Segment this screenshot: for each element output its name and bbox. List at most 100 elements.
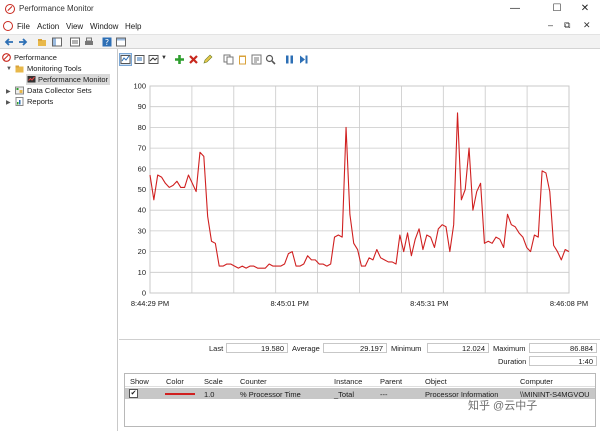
column-header-parent[interactable]: Parent <box>380 377 402 386</box>
average-value: 29.197 <box>323 343 387 353</box>
column-header-instance[interactable]: Instance <box>334 377 362 386</box>
tree-label-performance: Performance <box>14 53 57 62</box>
monitor-chart-icon <box>27 76 36 83</box>
y-tick-label: 60 <box>138 164 146 173</box>
forward-arrow-icon[interactable] <box>18 37 28 47</box>
tree-label-data-collector-sets: Data Collector Sets <box>27 86 92 95</box>
menu-window[interactable]: Window <box>90 22 118 31</box>
maximize-button[interactable]: ☐ <box>544 0 570 18</box>
tree-label-monitoring-tools: Monitoring Tools <box>27 64 82 73</box>
column-header-object[interactable]: Object <box>425 377 447 386</box>
properties-icon[interactable] <box>70 37 80 47</box>
graph-toolbar: ▼ <box>119 51 600 68</box>
maximum-value: 86.884 <box>529 343 597 353</box>
counter-scale: 1.0 <box>204 390 215 399</box>
column-header-counter[interactable]: Counter <box>240 377 267 386</box>
delete-counter-icon[interactable] <box>188 54 199 65</box>
print-icon[interactable] <box>84 37 94 47</box>
up-folder-icon[interactable] <box>37 37 47 47</box>
counter-parent: --- <box>380 390 388 399</box>
tree-item-monitoring-tools[interactable]: Monitoring Tools <box>15 63 115 74</box>
show-counter-checkbox[interactable]: ✔ <box>129 389 138 398</box>
y-tick-label: 70 <box>138 144 146 153</box>
tree-label-reports: Reports <box>27 97 54 106</box>
window-title: Performance Monitor <box>19 4 94 13</box>
menu-action[interactable]: Action <box>37 22 59 31</box>
copy-properties-icon[interactable] <box>223 54 234 65</box>
properties-icon[interactable] <box>251 54 262 65</box>
duration-value: 1:40 <box>529 356 597 366</box>
counter-name: % Processor Time <box>240 390 301 399</box>
reports-icon <box>15 97 24 106</box>
add-counter-icon[interactable] <box>174 54 185 65</box>
counter-instance: _Total <box>334 390 355 399</box>
statistics-bar: Last 19.580 Average 29.197 Minimum 12.02… <box>119 339 600 369</box>
column-header-computer[interactable]: Computer <box>520 377 553 386</box>
view-log-data-icon[interactable] <box>134 54 145 65</box>
view-current-activity-icon[interactable] <box>119 53 132 66</box>
main-toolbar: ? <box>0 34 600 49</box>
highlight-pencil-icon[interactable] <box>202 54 213 65</box>
expand-chevron-icon[interactable]: ▶ <box>6 88 11 95</box>
collapse-chevron-icon[interactable]: ▼ <box>6 66 12 72</box>
svg-text:?: ? <box>105 38 109 47</box>
perfmon-app-icon <box>5 4 15 14</box>
graph-type-dropdown-chevron-icon[interactable]: ▼ <box>161 55 167 61</box>
update-data-step-icon[interactable] <box>298 54 309 65</box>
mdi-minimize-button[interactable]: – <box>548 20 553 30</box>
duration-label: Duration <box>498 357 527 366</box>
change-graph-type-icon[interactable] <box>148 54 159 65</box>
console-view-icon[interactable] <box>116 37 126 47</box>
average-label: Average <box>292 344 320 353</box>
legend-header: Show Color Scale Counter Instance Parent… <box>125 374 595 387</box>
x-tick-label: 8:45:31 PM <box>410 299 448 308</box>
tree-item-data-collector-sets[interactable]: Data Collector Sets <box>15 85 115 96</box>
title-bar: Performance Monitor — ☐ ✕ <box>0 0 600 18</box>
watermark-text: 知乎 @云中子 <box>468 400 538 412</box>
menu-file[interactable]: File <box>17 22 30 31</box>
menu-bar: File Action View Window Help – ⧉ ✕ <box>0 18 600 34</box>
counter-color-swatch <box>165 393 195 395</box>
last-value: 19.580 <box>226 343 288 353</box>
minimum-label: Minimum <box>391 344 422 353</box>
close-button[interactable]: ✕ <box>572 0 598 18</box>
y-tick-label: 10 <box>138 268 146 277</box>
y-tick-label: 50 <box>138 185 146 194</box>
back-arrow-icon[interactable] <box>4 37 14 47</box>
mdi-close-button[interactable]: ✕ <box>583 20 591 31</box>
minimize-button[interactable]: — <box>502 0 528 18</box>
column-header-show[interactable]: Show <box>130 377 149 386</box>
performance-graph[interactable]: 0 10 20 30 40 50 60 70 80 90 100 8:44:29 PM 8:45:01 … <box>119 68 600 338</box>
y-tick-label: 0 <box>142 289 146 298</box>
freeze-display-pause-icon[interactable] <box>284 54 295 65</box>
tree-item-reports[interactable]: Reports <box>15 96 115 107</box>
last-label: Last <box>209 344 224 353</box>
column-header-scale[interactable]: Scale <box>204 377 223 386</box>
maximum-label: Maximum <box>493 344 526 353</box>
data-collector-icon <box>15 86 24 95</box>
zoom-icon[interactable] <box>265 54 276 65</box>
tree-item-performance-monitor[interactable]: Performance Monitor <box>26 74 110 85</box>
expand-chevron-icon[interactable]: ▶ <box>6 99 11 106</box>
performance-icon <box>2 53 11 62</box>
column-header-color[interactable]: Color <box>166 377 184 386</box>
help-icon[interactable]: ? <box>102 37 112 47</box>
y-tick-label: 80 <box>138 123 146 132</box>
y-tick-label: 100 <box>133 82 146 91</box>
minimum-value: 12.024 <box>427 343 489 353</box>
menu-view[interactable]: View <box>66 22 83 31</box>
y-tick-label: 20 <box>138 247 146 256</box>
folder-icon <box>15 65 24 73</box>
tree-label-performance-monitor: Performance Monitor <box>38 75 109 84</box>
mdi-restore-button[interactable]: ⧉ <box>564 20 570 31</box>
line-chart: 0 10 20 30 40 50 60 70 80 90 100 8:44:29 PM 8:45:01 … <box>131 82 588 309</box>
x-tick-label: 8:46:08 PM <box>550 299 588 308</box>
paste-counter-list-icon[interactable] <box>237 54 248 65</box>
system-menu-icon[interactable] <box>3 21 13 31</box>
tree-item-performance[interactable]: Performance <box>2 52 112 63</box>
x-tick-label: 8:44:29 PM <box>131 299 169 308</box>
show-hide-tree-icon[interactable] <box>52 37 62 47</box>
y-tick-label: 30 <box>138 226 146 235</box>
menu-help[interactable]: Help <box>125 22 141 31</box>
y-tick-label: 90 <box>138 102 146 111</box>
